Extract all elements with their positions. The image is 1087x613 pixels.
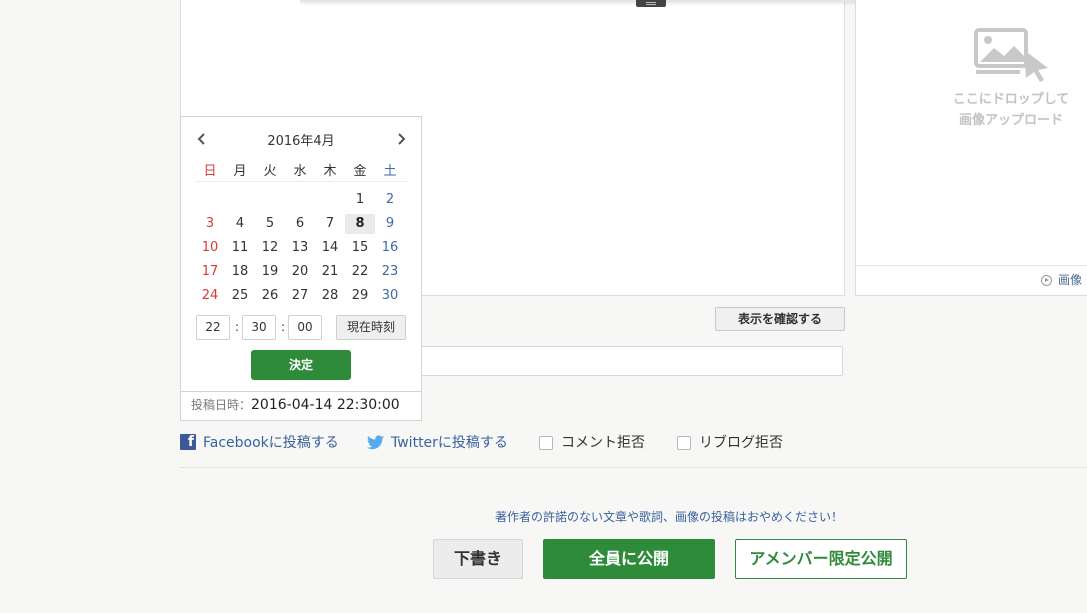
calendar-day[interactable]: 26 [255,286,285,306]
drop-hint: ここにドロップして 画像アップロード [936,89,1086,131]
calendar-day[interactable]: 24 [195,286,225,306]
weekday-tue: 火 [263,164,277,179]
calendar-week: 24 25 26 27 28 29 30 [195,283,407,307]
calendar-month-title: 2016年4月 [267,134,335,149]
calendar-day[interactable]: 16 [375,238,405,258]
calendar-day[interactable]: 17 [195,262,225,282]
facebook-share-label: Facebookに投稿する [203,435,339,451]
minute-input[interactable]: 30 [242,315,276,340]
calendar-day[interactable]: 7 [315,214,345,234]
calendar-day[interactable]: 14 [315,238,345,258]
play-circle-icon [1041,275,1052,286]
twitter-share-option[interactable]: Twitterに投稿する [367,433,508,453]
date-picker: 2016年4月 日 月 火 水 木 金 土 1 2 3 4 5 6 7 8 9 … [180,116,422,392]
calendar-day[interactable]: 29 [345,286,375,306]
divider [180,467,1087,468]
divider [856,265,1087,266]
no-reblog-option[interactable]: リブログ拒否 [677,433,783,453]
image-panel-link[interactable]: 画像 [1041,271,1082,288]
image-drop-panel[interactable]: ここにドロップして 画像アップロード 画像 [855,0,1087,296]
time-separator: : [281,320,286,334]
calendar-day[interactable]: 30 [375,286,405,306]
calendar-day[interactable]: 22 [345,262,375,282]
weekday-mon: 月 [233,164,247,179]
calendar-day[interactable]: 23 [375,262,405,282]
current-time-button[interactable]: 現在時刻 [336,315,406,340]
calendar-day[interactable]: 19 [255,262,285,282]
calendar-day[interactable]: 27 [285,286,315,306]
weekday-sat: 土 [383,164,397,179]
calendar-day[interactable]: 18 [225,262,255,282]
facebook-icon [180,432,196,452]
twitter-share-label: Twitterに投稿する [391,435,508,451]
calendar-day[interactable]: 12 [255,238,285,258]
calendar-day[interactable]: 6 [285,214,315,234]
weekday-wed: 水 [293,164,307,179]
calendar-day[interactable]: 2 [375,190,405,210]
weekday-header: 日 月 火 水 木 金 土 [195,157,407,182]
calendar-day[interactable]: 3 [195,214,225,234]
chevron-left-icon[interactable] [195,132,209,146]
post-datetime-field[interactable]: 投稿日時：2016-04-14 22:30:00 [180,391,422,421]
calendar-day[interactable]: 4 [225,214,255,234]
no-comments-option[interactable]: コメント拒否 [539,433,645,453]
calendar-day[interactable]: 10 [195,238,225,258]
weekday-thu: 木 [323,164,337,179]
hour-input[interactable]: 22 [196,315,230,340]
text-input[interactable] [410,346,843,376]
image-panel-link-label: 画像 [1058,273,1083,287]
calendar-day[interactable]: 5 [255,214,285,234]
weekday-sun: 日 [203,164,217,179]
calendar-day[interactable]: 1 [345,190,375,210]
calendar-day[interactable]: 25 [225,286,255,306]
drop-hint-line2: 画像アップロード [958,113,1063,128]
copyright-notice: 著作者の許諾のない文章や歌詞、画像の投稿はおやめください！ [495,510,844,524]
calendar-week: 1 2 [195,187,407,211]
no-reblog-checkbox[interactable] [677,436,691,450]
drop-hint-line1: ここにドロップして [952,92,1070,107]
chevron-right-icon[interactable] [394,132,408,146]
calendar-week: 10 11 12 13 14 15 16 [195,235,407,259]
time-separator: : [235,320,240,334]
calendar-day[interactable]: 21 [315,262,345,282]
no-comments-label: コメント拒否 [561,435,645,451]
calendar-week: 3 4 5 6 7 8 9 [195,211,407,235]
calendar-day[interactable]: 15 [345,238,375,258]
calendar-day-highlighted[interactable]: 8 [345,214,375,234]
confirm-date-button[interactable]: 決定 [251,350,351,380]
facebook-share-option[interactable]: Facebookに投稿する [180,432,339,453]
calendar-day[interactable]: 13 [285,238,315,258]
calendar-week: 17 18 19 20 21 22 23 [195,259,407,283]
calendar-day[interactable]: 11 [225,238,255,258]
save-draft-button[interactable]: 下書き [433,539,523,579]
post-datetime-value: 2016-04-14 22:30:00 [251,397,400,413]
post-datetime-label: 投稿日時： [191,398,252,412]
publish-all-button[interactable]: 全員に公開 [543,539,715,579]
twitter-icon [367,435,384,450]
calendar-day[interactable]: 28 [315,286,345,306]
calendar-day[interactable]: 20 [285,262,315,282]
weekday-fri: 金 [353,164,367,179]
image-upload-icon [974,28,1048,82]
publish-members-button[interactable]: アメンバー限定公開 [735,539,907,579]
toolbar-handle[interactable] [636,0,666,7]
no-reblog-label: リブログ拒否 [699,435,783,451]
preview-button[interactable]: 表示を確認する [715,307,845,331]
second-input[interactable]: 00 [288,315,322,340]
no-comments-checkbox[interactable] [539,436,553,450]
calendar-day[interactable]: 9 [375,214,405,234]
